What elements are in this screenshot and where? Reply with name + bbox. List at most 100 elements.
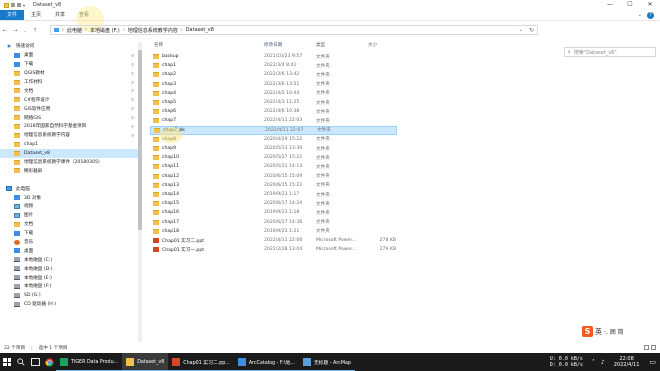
nav-item[interactable]: C#程序设计 ⚲ xyxy=(0,95,140,104)
list-item[interactable]: chap17 2020/6/17 14:36 文件夹 xyxy=(150,218,398,227)
nav-item[interactable]: 视频 xyxy=(0,202,140,211)
nav-item[interactable]: 精彩截屏 xyxy=(0,166,140,175)
nav-item[interactable]: 本地磁盘 (F:) xyxy=(0,282,140,291)
nav-item[interactable]: 地理信息系统教学内容 ⚲ xyxy=(0,131,140,140)
new-folder-icon[interactable] xyxy=(17,3,21,7)
nav-item[interactable]: ★ 快速访问 xyxy=(0,42,140,51)
ime-toolbar[interactable]: S 英 ·, 囲 简 xyxy=(582,326,624,337)
nav-item[interactable]: SD (G:) xyxy=(0,291,140,300)
nav-item[interactable]: 工作材料 ⚲ xyxy=(0,78,140,87)
list-item[interactable]: chap4 2022/4/2 10:44 文件夹 xyxy=(150,89,398,98)
nav-item[interactable]: 地理信息系统教学课件（20180305) xyxy=(0,158,140,167)
minimize-button[interactable]: — xyxy=(600,0,620,10)
column-header-date[interactable]: 修改日期 xyxy=(264,42,282,48)
column-header-type[interactable]: 类型 xyxy=(316,42,325,48)
nav-item[interactable]: 本地磁盘 (D:) xyxy=(0,264,140,273)
taskbar-app[interactable]: 无标题 - ArcMap xyxy=(298,353,355,371)
taskbar-app[interactable]: ArcCatalog - F:\地... xyxy=(233,353,299,371)
tab-file[interactable]: 文件 xyxy=(0,10,25,20)
maximize-button[interactable]: ☐ xyxy=(620,0,640,10)
nav-item[interactable]: GIS软件应用 ⚲ xyxy=(0,104,140,113)
list-item[interactable]: chap15 2020/6/17 14:24 文件夹 xyxy=(150,199,398,208)
breadcrumb-gis-teaching[interactable]: 地理信息系统教学内容 xyxy=(128,27,178,34)
nav-item[interactable]: 此电脑 xyxy=(0,184,140,193)
list-item[interactable]: chap14 2019/9/23 1:17 文件夹 xyxy=(150,190,398,199)
notifications-icon[interactable]: ▭ xyxy=(649,358,656,366)
navigation-scrollbar[interactable] xyxy=(138,42,142,342)
nav-item[interactable]: 下载 xyxy=(0,229,140,238)
volume-icon[interactable]: ♪ xyxy=(601,359,605,366)
task-view-icon[interactable] xyxy=(28,353,42,371)
chrome-icon[interactable] xyxy=(42,353,56,371)
list-item[interactable]: Chap01 实习一.ppt 2022/2/28 13:04 Microsoft P… xyxy=(150,245,398,254)
nav-item[interactable]: 文档 xyxy=(0,220,140,229)
list-item[interactable]: chap12 2020/6/15 15:09 文件夹 xyxy=(150,172,398,181)
nav-item[interactable]: 3D 对象 xyxy=(0,193,140,202)
ime-mode[interactable]: 英 xyxy=(594,327,603,337)
breadcrumb-drive-f[interactable]: 本地磁盘 (F:) xyxy=(90,27,120,34)
expand-ribbon-icon[interactable]: ⌄ xyxy=(638,10,642,21)
list-item[interactable]: chap10 2020/5/27 15:22 文件夹 xyxy=(150,153,398,162)
refresh-icon[interactable]: ↻ xyxy=(529,26,534,35)
nav-item[interactable]: 桌面 xyxy=(0,246,140,255)
column-header-name[interactable]: 名称 xyxy=(154,42,163,48)
nav-item[interactable]: 文档 ⚲ xyxy=(0,86,140,95)
list-item[interactable]: chap2 2022/3/6 13:42 文件夹 xyxy=(150,70,398,79)
start-button[interactable] xyxy=(0,353,14,371)
list-item[interactable]: chap6 2022/4/6 10:38 文件夹 xyxy=(150,107,398,116)
address-dropdown-icon[interactable]: ⌄ xyxy=(519,26,523,35)
large-icons-view-icon[interactable] xyxy=(651,345,656,350)
list-item[interactable]: chap3 2022/3/6 13:51 文件夹 xyxy=(150,80,398,89)
network-speed: U: 0.0 kB/s D: 0.0 kB/s xyxy=(550,356,583,368)
nav-item[interactable]: Dataset_v8 xyxy=(0,148,140,158)
help-icon[interactable]: ? xyxy=(647,12,654,19)
tab-share[interactable]: 共享 xyxy=(48,10,72,20)
nav-item[interactable]: 桌面 ⚲ xyxy=(0,51,140,60)
list-item[interactable]: chap16 2019/9/23 1:18 文件夹 xyxy=(150,208,398,217)
recent-dropdown-icon[interactable]: ⌄ xyxy=(20,28,30,33)
list-item[interactable]: chap7 2022/4/11 22:03 文件夹 xyxy=(150,116,398,125)
list-item[interactable]: chap9 2020/5/13 13:30 文件夹 xyxy=(150,144,398,153)
forward-icon[interactable]: → xyxy=(10,27,20,34)
chevron-up-icon[interactable]: ˄ xyxy=(592,359,595,366)
nav-item[interactable]: 音乐 xyxy=(0,238,140,247)
taskbar-app[interactable]: Dataset_v8 xyxy=(122,353,169,371)
tab-home[interactable]: 主页 xyxy=(24,10,48,20)
up-icon[interactable]: ↑ xyxy=(30,27,40,34)
nav-item[interactable]: 下载 ⚲ xyxy=(0,60,140,69)
nav-item[interactable]: 图片 xyxy=(0,211,140,220)
nav-item[interactable]: 本地磁盘 (E:) xyxy=(0,273,140,282)
properties-icon[interactable] xyxy=(11,3,15,7)
back-icon[interactable]: ← xyxy=(0,27,10,34)
close-button[interactable]: ✕ xyxy=(640,0,660,10)
nav-item[interactable]: 网络GIS ⚲ xyxy=(0,113,140,122)
nav-item[interactable]: CD 驱动器 (H:) xyxy=(0,300,140,309)
list-item[interactable]: chap5 2022/4/3 11:25 文件夹 xyxy=(150,98,398,107)
scrollbar-thumb[interactable] xyxy=(138,50,142,230)
nav-item[interactable]: 2018年国家自然科学基金项目 ⚲ xyxy=(0,122,140,131)
nav-item[interactable]: chap1 xyxy=(0,140,140,149)
list-item[interactable]: Chap01 实习二.ppt 2022/4/11 22:06 Microsoft P… xyxy=(150,236,398,245)
list-item[interactable]: chap13 2020/6/15 15:22 文件夹 xyxy=(150,181,398,190)
list-item[interactable]: chap1 2022/3/4 8:41 文件夹 xyxy=(150,61,398,70)
list-item[interactable]: backup 2021/10/23 9:57 文件夹 xyxy=(150,52,398,61)
breadcrumb-dataset[interactable]: Dataset_v8 xyxy=(186,27,214,33)
taskbar-app[interactable]: TIGER Data Produ... xyxy=(56,353,123,371)
nav-item[interactable]: QGIS教材 ⚲ xyxy=(0,69,140,78)
clock[interactable]: 22:08 2022/4/11 xyxy=(614,356,640,368)
list-item[interactable]: chap82020/4/29 15:22文件夹 xyxy=(150,135,398,144)
column-header-size[interactable]: 大小 xyxy=(368,42,377,48)
breadcrumb-this-pc[interactable]: 此电脑 xyxy=(67,27,82,34)
taskbar: TIGER Data Produ... Dataset_v8 Chap01 实习二.… xyxy=(0,353,660,371)
address-bar[interactable]: › 此电脑 › 本地磁盘 (F:) › 地理信息系统教学内容 › Dataset… xyxy=(50,25,538,35)
details-view-icon[interactable] xyxy=(644,345,649,350)
list-item[interactable]: chap7_bk2022/4/11 22:07文件夹 xyxy=(150,125,397,135)
nav-item[interactable]: 本地磁盘 (C:) xyxy=(0,255,140,264)
list-item[interactable]: chap11 2020/5/31 14:13 文件夹 xyxy=(150,162,398,171)
chevron-down-icon[interactable]: ▾ xyxy=(23,3,25,8)
list-item[interactable]: chap18 2019/9/23 1:21 文件夹 xyxy=(150,227,398,236)
ime-tray[interactable]: ·, 囲 简 xyxy=(604,327,624,336)
taskbar-app[interactable]: Chap01 实习二.pp... xyxy=(168,353,234,371)
file-date: 2020/6/15 15:09 xyxy=(264,173,303,179)
search-icon[interactable] xyxy=(14,353,28,371)
